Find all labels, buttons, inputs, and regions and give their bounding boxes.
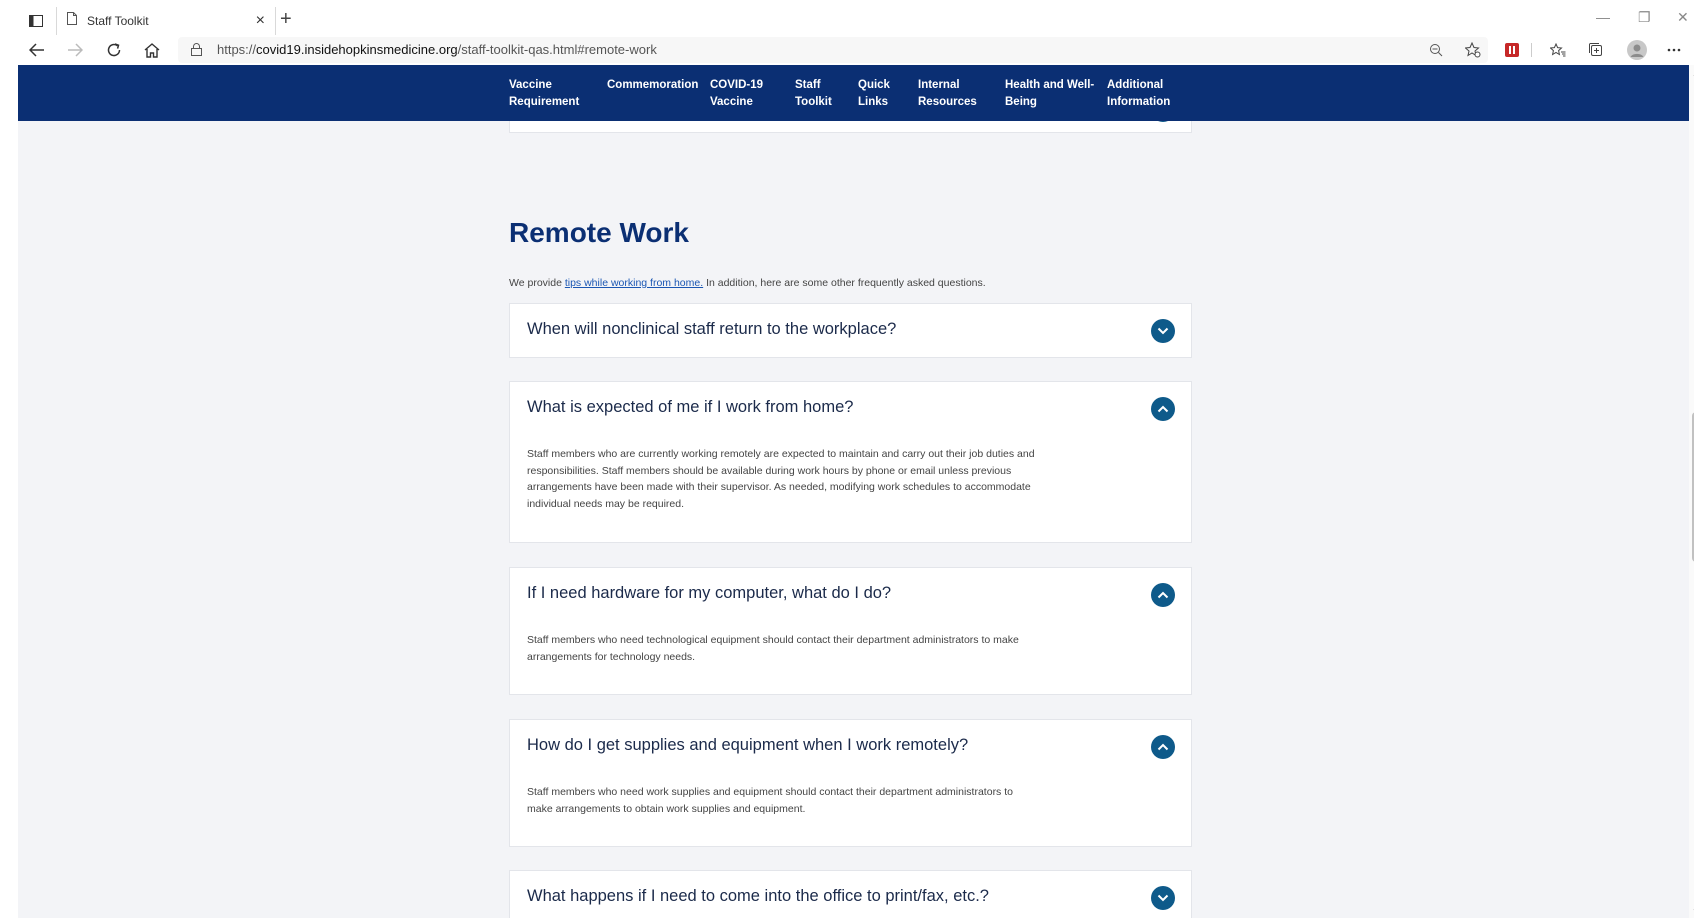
nav-internal-resources[interactable]: Internal Resources bbox=[918, 77, 977, 111]
faq-answer: Staff members who need technological equ… bbox=[527, 634, 1019, 663]
nav-quick-links[interactable]: Quick Links bbox=[858, 77, 890, 111]
refresh-icon[interactable] bbox=[103, 39, 125, 61]
add-favorite-icon[interactable] bbox=[1464, 41, 1482, 59]
nav-health-and-well-being[interactable]: Health and Well- Being bbox=[1005, 77, 1094, 111]
extension-icon[interactable] bbox=[1503, 41, 1521, 59]
nav-additional-information[interactable]: Additional Information bbox=[1107, 77, 1170, 111]
nav-covid-19-vaccine[interactable]: COVID-19 Vaccine bbox=[710, 77, 763, 111]
nav-staff-toolkit[interactable]: Staff Toolkit bbox=[795, 77, 832, 111]
tab-actions-icon[interactable] bbox=[26, 12, 46, 30]
chevron-down-icon[interactable] bbox=[1151, 886, 1175, 910]
url-text: https://covid19.insidehopkinsmedicine.or… bbox=[217, 42, 657, 57]
profile-avatar-icon[interactable] bbox=[1626, 39, 1648, 61]
chevron-up-icon[interactable] bbox=[1151, 583, 1175, 607]
home-icon[interactable] bbox=[141, 39, 163, 61]
tab-staff-toolkit[interactable]: Staff Toolkit × bbox=[56, 7, 276, 35]
tips-link[interactable]: tips while working from home. bbox=[565, 277, 703, 289]
chevron-up-icon[interactable] bbox=[1151, 397, 1175, 421]
collections-icon[interactable] bbox=[1587, 41, 1605, 59]
main-content: Remote Work We provide tips while workin… bbox=[18, 121, 1689, 918]
faq-question[interactable]: What is expected of me if I work from ho… bbox=[527, 398, 853, 417]
previous-faq-card bbox=[509, 121, 1192, 133]
faq-question[interactable]: How do I get supplies and equipment when… bbox=[527, 736, 968, 755]
new-tab-button[interactable]: + bbox=[280, 8, 292, 31]
site-nav: Vaccine Requirement Commemoration COVID-1… bbox=[18, 65, 1689, 121]
faq-item[interactable]: What happens if I need to come into the … bbox=[509, 870, 1192, 918]
tab-title: Staff Toolkit bbox=[87, 14, 149, 28]
faq-question[interactable]: When will nonclinical staff return to th… bbox=[527, 320, 896, 339]
page-scrollbar[interactable]: ▲ ▼ bbox=[1689, 65, 1694, 918]
close-tab-icon[interactable]: × bbox=[256, 12, 265, 30]
browser-window: Staff Toolkit × + — ❐ ✕ https://covid19.… bbox=[0, 0, 1694, 918]
faq-question[interactable]: If I need hardware for my computer, what… bbox=[527, 584, 891, 603]
page-icon bbox=[67, 12, 77, 30]
chevron-down-icon[interactable] bbox=[1151, 319, 1175, 343]
section-title: Remote Work bbox=[509, 217, 689, 248]
nav-commemoration[interactable]: Commemoration bbox=[607, 77, 698, 94]
back-icon[interactable] bbox=[26, 39, 48, 61]
faq-item[interactable]: When will nonclinical staff return to th… bbox=[509, 303, 1192, 358]
browser-toolbar: https://covid19.insidehopkinsmedicine.or… bbox=[18, 35, 1694, 65]
faq-item[interactable]: What is expected of me if I work from ho… bbox=[509, 381, 1192, 543]
favorites-icon[interactable] bbox=[1549, 41, 1567, 59]
restore-icon[interactable]: ❐ bbox=[1638, 9, 1651, 26]
tab-bar: Staff Toolkit × + — ❐ ✕ bbox=[18, 7, 1694, 35]
faq-item[interactable]: How do I get supplies and equipment when… bbox=[509, 719, 1192, 847]
close-window-icon[interactable]: ✕ bbox=[1677, 9, 1689, 26]
forward-icon[interactable] bbox=[64, 39, 86, 61]
zoom-icon[interactable] bbox=[1427, 41, 1445, 59]
address-bar[interactable]: https://covid19.insidehopkinsmedicine.or… bbox=[178, 37, 1488, 63]
toolbar-divider bbox=[1531, 43, 1532, 57]
faq-question[interactable]: What happens if I need to come into the … bbox=[527, 887, 989, 906]
chevron-down-icon[interactable] bbox=[1151, 121, 1175, 122]
faq-answer: Staff members who need work supplies and… bbox=[527, 786, 1013, 815]
faq-item[interactable]: If I need hardware for my computer, what… bbox=[509, 567, 1192, 695]
more-options-icon[interactable] bbox=[1665, 41, 1683, 59]
faq-answer: Staff members who are currently working … bbox=[527, 448, 1035, 510]
lock-icon bbox=[191, 43, 202, 61]
nav-vaccine-requirement[interactable]: Vaccine Requirement bbox=[509, 77, 579, 111]
minimize-icon[interactable]: — bbox=[1596, 9, 1610, 25]
section-intro: We provide tips while working from home.… bbox=[509, 277, 986, 289]
chevron-up-icon[interactable] bbox=[1151, 735, 1175, 759]
